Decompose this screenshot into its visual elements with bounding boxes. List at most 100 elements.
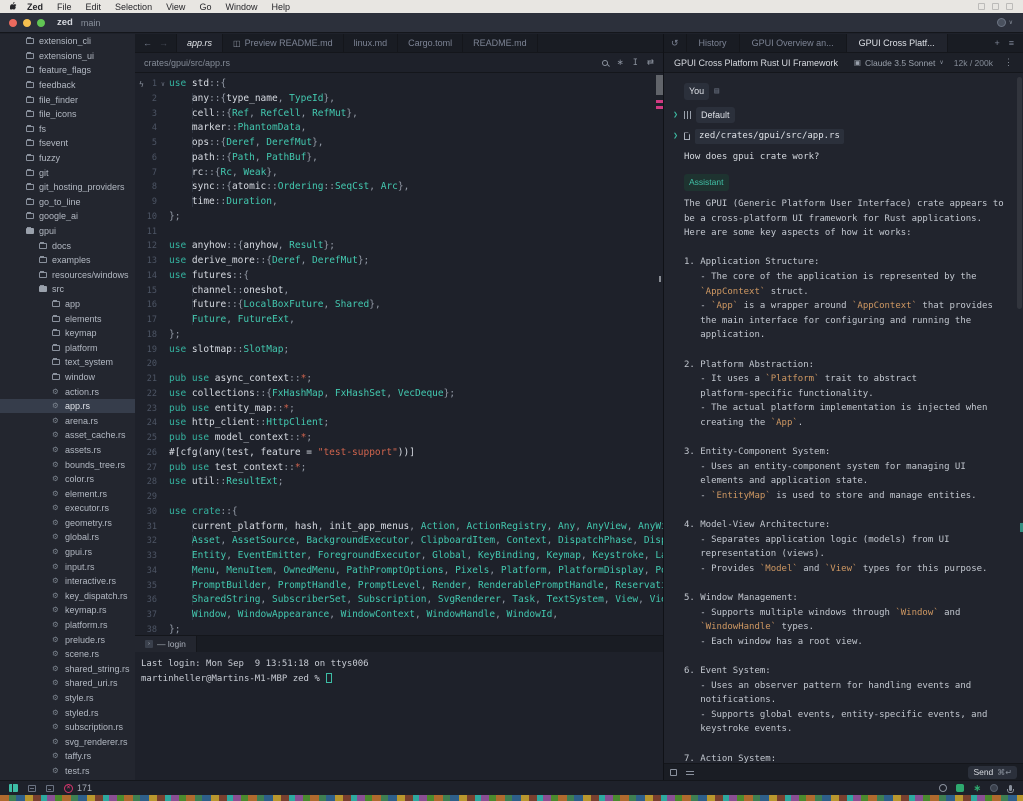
- diagnostics-indicator[interactable]: × 171: [64, 783, 92, 793]
- tree-item-window[interactable]: window: [0, 370, 135, 385]
- tree-item-scene.rs[interactable]: ⚙scene.rs: [0, 647, 135, 662]
- menu-item-zed[interactable]: Zed: [20, 2, 50, 12]
- mic-icon[interactable]: [1009, 785, 1012, 791]
- inline-assist-icon[interactable]: ∗: [617, 57, 624, 68]
- tree-item-action.rs[interactable]: ⚙action.rs: [0, 384, 135, 399]
- tab-linux-md[interactable]: linux.md: [344, 34, 399, 52]
- prompt-library-row[interactable]: ❯ Default: [672, 107, 1023, 124]
- tree-item-asset_cache.rs[interactable]: ⚙asset_cache.rs: [0, 428, 135, 443]
- conversation-title[interactable]: GPUI Cross Platform Rust UI Framework: [674, 58, 848, 68]
- terminal-panel[interactable]: › — login Last login: Mon Sep 9 13:51:18…: [135, 635, 663, 780]
- menu-item-go[interactable]: Go: [192, 2, 218, 12]
- tree-item-shared_string.rs[interactable]: ⚙shared_string.rs: [0, 662, 135, 677]
- user-message-header[interactable]: You ▤: [684, 83, 1023, 100]
- collab-panel-toggle[interactable]: [28, 785, 36, 792]
- tree-item-docs[interactable]: docs: [0, 238, 135, 253]
- send-button[interactable]: Send ⌘↵: [968, 766, 1017, 779]
- context-icon[interactable]: ▤: [714, 84, 719, 99]
- tree-item-gpui.rs[interactable]: ⚙gpui.rs: [0, 545, 135, 560]
- tree-item-key_dispatch.rs[interactable]: ⚙key_dispatch.rs: [0, 589, 135, 604]
- tree-item-gpui[interactable]: gpui: [0, 224, 135, 239]
- tree-item-resources/windows[interactable]: resources/windows: [0, 268, 135, 283]
- lightning-icon[interactable]: ϟ: [139, 80, 144, 89]
- terminal-output[interactable]: Last login: Mon Sep 9 13:51:18 on ttys00…: [135, 652, 663, 691]
- tree-item-git[interactable]: git: [0, 165, 135, 180]
- toggle-icon[interactable]: ⇄: [647, 57, 654, 68]
- message-composer[interactable]: Send ⌘↵: [664, 763, 1023, 780]
- model-selector[interactable]: ▣ Claude 3.5 Sonnet ∨: [854, 58, 944, 68]
- tree-item-global.rs[interactable]: ⚙global.rs: [0, 530, 135, 545]
- tree-item-color.rs[interactable]: ⚙color.rs: [0, 472, 135, 487]
- chevron-right-icon[interactable]: ❯: [672, 129, 679, 144]
- you-label[interactable]: You: [684, 83, 709, 100]
- menu-item-view[interactable]: View: [159, 2, 192, 12]
- history-icon[interactable]: ↺: [664, 34, 687, 52]
- tree-item-subscription.rs[interactable]: ⚙subscription.rs: [0, 720, 135, 735]
- tree-item-keymap.rs[interactable]: ⚙keymap.rs: [0, 603, 135, 618]
- menu-item-window[interactable]: Window: [218, 2, 264, 12]
- tree-item-svg_renderer.rs[interactable]: ⚙svg_renderer.rs: [0, 735, 135, 750]
- tree-item-platform[interactable]: platform: [0, 340, 135, 355]
- tree-item-elements[interactable]: elements: [0, 311, 135, 326]
- tree-item-google_ai[interactable]: google_ai: [0, 209, 135, 224]
- more-options-icon[interactable]: ⋮: [1004, 57, 1013, 68]
- close-window-button[interactable]: [9, 19, 17, 27]
- record-icon[interactable]: [990, 784, 998, 792]
- project-panel[interactable]: extension_cliextensions_uifeature_flagsf…: [0, 34, 135, 780]
- tab-readme-md[interactable]: README.md: [463, 34, 538, 52]
- copilot-icon[interactable]: [939, 784, 947, 792]
- project-name[interactable]: zed: [57, 17, 73, 28]
- chat-scrollbar[interactable]: [1017, 77, 1022, 309]
- apple-menu-icon[interactable]: [8, 2, 20, 11]
- tree-item-go_to_line[interactable]: go_to_line: [0, 195, 135, 210]
- search-icon[interactable]: [602, 60, 608, 66]
- tree-item-app.rs[interactable]: ⚙app.rs: [0, 399, 135, 414]
- context-file-row[interactable]: ❯ zed/crates/gpui/src/app.rs: [672, 129, 1023, 144]
- tree-item-extensions_ui[interactable]: extensions_ui: [0, 49, 135, 64]
- screen-context-icon[interactable]: [670, 769, 677, 776]
- nav-forward-button[interactable]: →: [159, 38, 168, 48]
- nav-back-button[interactable]: ←: [143, 38, 152, 48]
- tree-item-test.rs[interactable]: ⚙test.rs: [0, 764, 135, 779]
- menu-icon[interactable]: ≡: [1009, 38, 1014, 48]
- tree-item-git_hosting_providers[interactable]: git_hosting_providers: [0, 180, 135, 195]
- text-cursor-icon[interactable]: I: [633, 58, 638, 68]
- terminal-panel-toggle[interactable]: [46, 785, 54, 792]
- tree-item-fuzzy[interactable]: fuzzy: [0, 151, 135, 166]
- tree-item-interactive.rs[interactable]: ⚙interactive.rs: [0, 574, 135, 589]
- assistant-tab-gpui-overview-an-[interactable]: GPUI Overview an...: [740, 34, 847, 52]
- context-file-path[interactable]: zed/crates/gpui/src/app.rs: [695, 129, 844, 144]
- tree-item-extension_cli[interactable]: extension_cli: [0, 34, 135, 49]
- tree-item-input.rs[interactable]: ⚙input.rs: [0, 559, 135, 574]
- tree-item-style.rs[interactable]: ⚙style.rs: [0, 691, 135, 706]
- tree-item-feature_flags[interactable]: feature_flags: [0, 63, 135, 78]
- tree-item-src[interactable]: src: [0, 282, 135, 297]
- tree-item-element.rs[interactable]: ⚙element.rs: [0, 486, 135, 501]
- tree-item-shared_uri.rs[interactable]: ⚙shared_uri.rs: [0, 676, 135, 691]
- terminal-tab[interactable]: › — login: [135, 636, 197, 652]
- tree-item-app[interactable]: app: [0, 297, 135, 312]
- ai-panel-icon[interactable]: [956, 784, 964, 792]
- tab-preview-readme-md[interactable]: ◫Preview README.md: [223, 34, 344, 52]
- tree-item-file_finder[interactable]: file_finder: [0, 92, 135, 107]
- tree-item-file_icons[interactable]: file_icons: [0, 107, 135, 122]
- menu-item-edit[interactable]: Edit: [79, 2, 109, 12]
- code-editor[interactable]: ϟ 1∨use std::{2 any::{type_name, TypeId}…: [135, 73, 663, 635]
- minimize-window-button[interactable]: [23, 19, 31, 27]
- default-prompt-label[interactable]: Default: [696, 107, 735, 124]
- tree-item-executor.rs[interactable]: ⚙executor.rs: [0, 501, 135, 516]
- fold-chevron-icon[interactable]: ∨: [157, 77, 169, 92]
- menu-item-file[interactable]: File: [50, 2, 79, 12]
- tree-item-styled.rs[interactable]: ⚙styled.rs: [0, 705, 135, 720]
- tree-item-platform.rs[interactable]: ⚙platform.rs: [0, 618, 135, 633]
- breadcrumb[interactable]: crates/gpui/src/app.rs: [144, 58, 230, 68]
- sparkle-icon[interactable]: ∗: [973, 784, 981, 792]
- git-branch[interactable]: main: [81, 18, 101, 28]
- tree-item-fsevent[interactable]: fsevent: [0, 136, 135, 151]
- menu-item-selection[interactable]: Selection: [108, 2, 159, 12]
- tree-item-fs[interactable]: fs: [0, 122, 135, 137]
- assistant-tab-history[interactable]: History: [687, 34, 740, 52]
- tree-item-text_system[interactable]: text_system: [0, 355, 135, 370]
- quote-icon[interactable]: [686, 769, 694, 775]
- project-panel-toggle[interactable]: [9, 784, 18, 792]
